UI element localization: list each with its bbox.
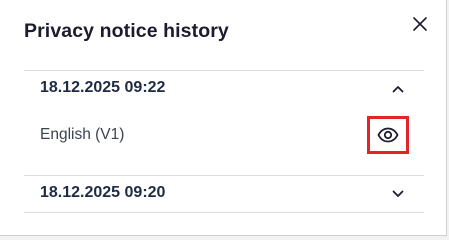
chevron-up-icon xyxy=(391,82,405,96)
privacy-history-dialog: Privacy notice history 18.12.2025 09:22 … xyxy=(0,0,447,236)
close-button[interactable] xyxy=(409,13,431,35)
chevron-down-icon xyxy=(391,187,405,201)
history-entry-header[interactable]: 18.12.2025 09:22 xyxy=(24,70,424,108)
version-label: English (V1) xyxy=(40,126,125,143)
entry-date: 18.12.2025 09:20 xyxy=(40,184,166,201)
close-icon xyxy=(413,17,427,31)
dialog-title: Privacy notice history xyxy=(24,20,229,42)
history-entry-header[interactable]: 18.12.2025 09:20 xyxy=(24,175,424,213)
view-notice-button[interactable] xyxy=(367,116,409,154)
eye-icon xyxy=(377,127,399,143)
divider xyxy=(24,212,424,213)
entry-date: 18.12.2025 09:22 xyxy=(40,79,166,96)
